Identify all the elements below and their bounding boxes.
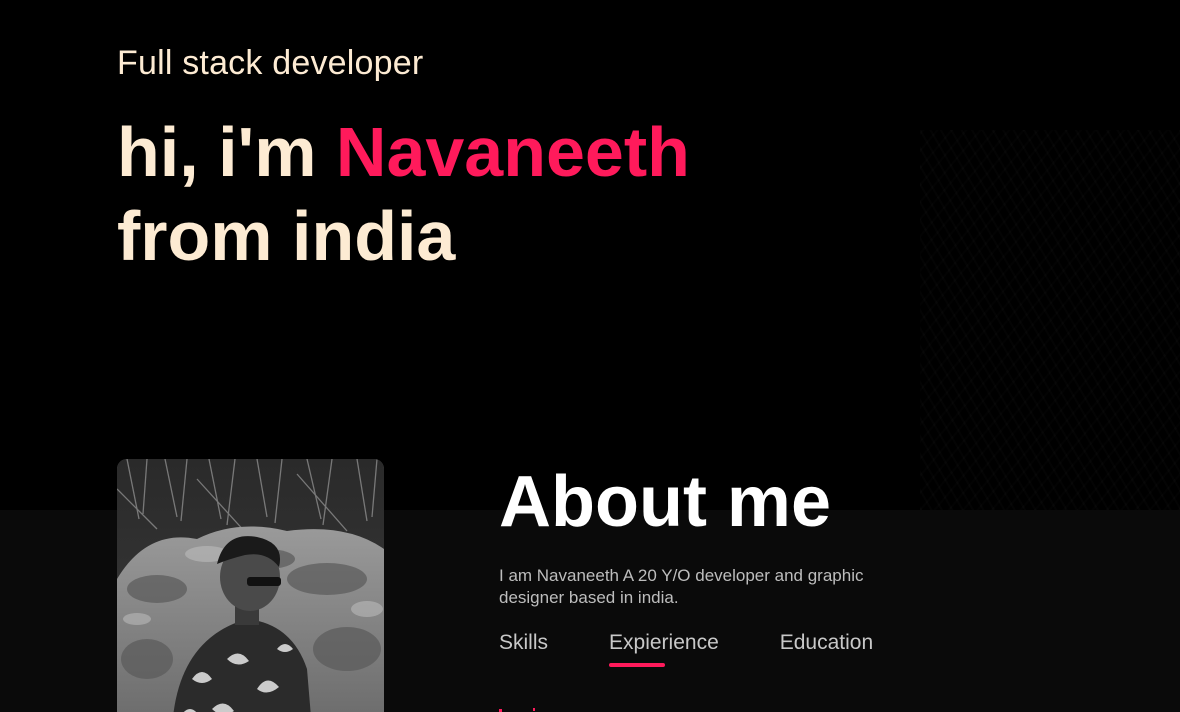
hero-background-texture: [920, 130, 1180, 510]
hero-section: Full stack developer hi, i'm Navaneeth f…: [0, 0, 1180, 510]
hero-title: hi, i'm Navaneeth from india: [117, 110, 690, 278]
about-description: I am Navaneeth A 20 Y/O developer and gr…: [499, 566, 864, 607]
hero-name: Navaneeth: [335, 113, 690, 191]
tab-experience[interactable]: Expierience: [609, 631, 719, 667]
tab-content-mark: [533, 708, 535, 711]
portfolio-page: Full stack developer hi, i'm Navaneeth f…: [0, 0, 1180, 712]
profile-photo: [117, 459, 384, 712]
hero-greeting: hi, i'm: [117, 113, 336, 191]
tab-skills[interactable]: Skills: [499, 631, 548, 667]
hero-subtitle: Full stack developer: [117, 44, 424, 82]
hero-location: from india: [117, 197, 456, 275]
about-title: About me: [499, 462, 831, 542]
tab-content-preview: [499, 706, 539, 712]
about-tabs: Skills Expierience Education: [499, 631, 873, 667]
tab-education[interactable]: Education: [780, 631, 873, 667]
